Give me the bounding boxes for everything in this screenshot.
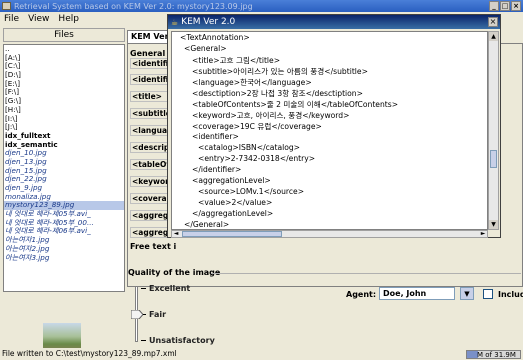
xml-line: </General>	[184, 220, 230, 229]
close-icon[interactable]: ×	[488, 17, 498, 27]
minimize-icon[interactable]: _	[489, 1, 499, 11]
file-list-item[interactable]: ..	[4, 45, 124, 54]
xml-line: <catalog>ISBN</catalog>	[198, 143, 301, 152]
agent-label: Agent:	[346, 290, 377, 299]
quality-title: Quality of the image	[128, 268, 221, 277]
file-list-item[interactable]: [I:\]	[4, 115, 124, 124]
menu-help[interactable]: Help	[58, 14, 79, 24]
xml-line: <tableOfContents>줄 2 미술의 이해</tableOfCont…	[192, 100, 399, 109]
scroll-down-icon[interactable]: ▼	[489, 220, 498, 229]
agent-select[interactable]: Doe, John	[379, 287, 455, 300]
file-list-item[interactable]: 아는여자3.jpg	[4, 254, 124, 263]
menu-file[interactable]: File	[4, 14, 19, 24]
quality-excellent-label: Excellent	[149, 284, 191, 293]
files-panel: Files .. [A:\] [C:\] [D:\] [E:\] [F:\] [G:\] [H…	[3, 28, 125, 360]
scroll-up-icon[interactable]: ▲	[489, 32, 498, 41]
xml-line: <desctiption>2장 나접 3항 참조</desctiption>	[192, 89, 363, 98]
file-list-item[interactable]: monaliza.jpg	[4, 193, 124, 202]
app-icon	[2, 2, 11, 10]
xml-line: <coverage>19C 유럽</coverage>	[192, 122, 322, 131]
memory-bar: M of 31.9M	[466, 350, 521, 359]
xml-line: <General>	[184, 44, 227, 53]
free-text-label: Free text i	[130, 242, 177, 251]
general-tab-label[interactable]: General	[130, 49, 165, 58]
kem-dialog: ☕ KEM Ver 2.0 × <TextAnnotation> <General…	[167, 14, 501, 238]
file-list-item[interactable]: [A:\]	[4, 54, 124, 63]
file-list-item[interactable]: [D:\]	[4, 71, 124, 80]
file-list-item[interactable]: 내 엇대로 해라-제05부.avi_	[4, 210, 124, 219]
xml-line: <identifier>	[192, 132, 239, 141]
file-list-item[interactable]: 아는여자2.jpg	[4, 245, 124, 254]
quality-fair-label: Fair	[149, 310, 167, 319]
file-list-item[interactable]: mystory123_89.jpg	[4, 201, 124, 211]
file-list-item[interactable]: [E:\]	[4, 80, 124, 89]
vertical-scrollbar[interactable]: ▲ ▼	[488, 31, 499, 230]
quality-divider	[211, 273, 521, 274]
slider-tick	[141, 340, 146, 341]
dialog-title: KEM Ver 2.0	[181, 17, 236, 27]
window-controls: _ □ ×	[489, 1, 521, 11]
file-list-item[interactable]: 내 엇대로 해라-제05부_00...	[4, 219, 124, 228]
xml-line: <value>2</value>	[198, 198, 273, 207]
java-icon: ☕	[171, 17, 179, 27]
quality-slider-thumb[interactable]	[131, 310, 143, 319]
scroll-right-icon[interactable]: ►	[479, 231, 487, 237]
status-text: File written to C:\test\mystory123_89.mp…	[0, 348, 523, 360]
file-list-item[interactable]: idx_semantic	[4, 141, 124, 150]
file-list-item[interactable]: 내 엇대로 해라-제06부.avi_	[4, 227, 124, 236]
file-list-item[interactable]: [J:\]	[4, 123, 124, 132]
dialog-title-bar[interactable]: ☕ KEM Ver 2.0	[168, 15, 500, 29]
xml-line: <TextAnnotation>	[180, 33, 250, 42]
window-title: Retrieval System based on KEM Ver 2.0: m…	[14, 1, 253, 11]
xml-tree-view[interactable]: <TextAnnotation> <General> <title>고흐 그림</t…	[171, 31, 488, 230]
maximize-icon[interactable]: □	[500, 1, 510, 11]
memory-bar-fill	[467, 351, 478, 358]
file-list-item[interactable]: 아는여자1.jpg	[4, 236, 124, 245]
scroll-thumb[interactable]	[182, 231, 282, 237]
xml-line: <subtitle>아이리스가 있는 아름의 풍경</subtitle>	[192, 67, 368, 76]
menu-view[interactable]: View	[28, 14, 49, 24]
file-list-item[interactable]: idx_fulltext	[4, 132, 124, 141]
files-header: Files	[3, 28, 125, 42]
file-list-item[interactable]: djen_15.jpg	[4, 167, 124, 176]
file-list-item[interactable]: [G:\]	[4, 97, 124, 106]
file-list-item[interactable]: [F:\]	[4, 88, 124, 97]
horizontal-scrollbar[interactable]: ◄ ►	[171, 230, 488, 238]
memory-text: M of 31.9M	[477, 351, 516, 359]
file-list-item[interactable]: djen_22.jpg	[4, 175, 124, 184]
quality-unsatisfactory-label: Unsatisfactory	[149, 336, 215, 345]
include-ds-label: Include DS	[498, 290, 523, 299]
file-list-item[interactable]: [C:\]	[4, 62, 124, 71]
file-list-item[interactable]: djen_10.jpg	[4, 149, 124, 158]
close-icon[interactable]: ×	[511, 1, 521, 11]
xml-line: <title>고흐 그림</title>	[192, 56, 281, 65]
xml-line: <source>LOMv.1</source>	[198, 187, 305, 196]
include-ds-checkbox[interactable]	[483, 289, 493, 299]
file-list[interactable]: .. [A:\] [C:\] [D:\] [E:\] [F:\] [G:\] [H:\] [I:…	[3, 44, 125, 292]
slider-tick	[141, 288, 146, 289]
xml-line: <aggregationLevel>	[192, 176, 271, 185]
xml-line: <language>한국어</language>	[192, 78, 312, 87]
main-title-bar: Retrieval System based on KEM Ver 2.0: m…	[0, 0, 523, 12]
file-list-item[interactable]: djen_13.jpg	[4, 158, 124, 167]
scroll-left-icon[interactable]: ◄	[172, 231, 180, 237]
xml-line: </aggregationLevel>	[192, 209, 274, 218]
scroll-thumb[interactable]	[490, 150, 497, 168]
xml-line: <keyword>고흐, 아이리스, 풍경</keyword>	[192, 111, 350, 120]
file-list-item[interactable]: djen_9.jpg	[4, 184, 124, 193]
xml-line: <entry>2-7342-0318</entry>	[198, 154, 316, 163]
xml-line: </identifier>	[192, 165, 242, 174]
file-list-item[interactable]: [H:\]	[4, 106, 124, 115]
chevron-down-icon[interactable]: ▼	[460, 287, 474, 300]
quality-section: Quality of the image Excellent Fair Unsa…	[127, 268, 523, 346]
